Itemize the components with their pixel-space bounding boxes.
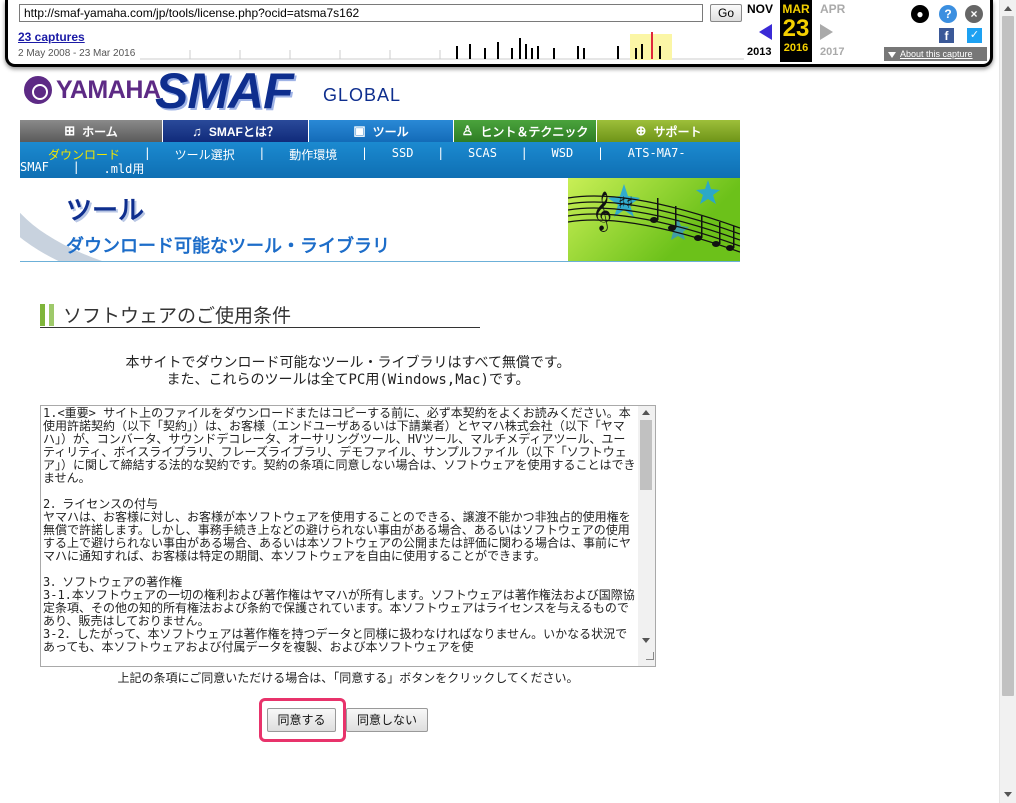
yamaha-logo[interactable]: YAMAHA — [24, 74, 161, 106]
close-icon[interactable]: × — [965, 5, 983, 23]
tab-support-label: サポート — [653, 124, 702, 139]
banner-subtitle: ダウンロード可能なツール・ライブラリ — [66, 236, 390, 256]
agree-button[interactable]: 同意する — [267, 708, 336, 732]
tab-about-smaf[interactable]: ♫ SMAFとは？ — [163, 120, 309, 142]
wayback-captures-link[interactable]: 23 captures — [18, 30, 85, 44]
subnav-separator: | — [415, 146, 467, 160]
about-capture-label: About this capture — [900, 49, 973, 59]
about-capture-link[interactable]: About this capture — [884, 47, 987, 61]
smaf-logo[interactable]: SMAF — [155, 62, 294, 120]
scroll-up-icon[interactable] — [1004, 6, 1012, 11]
main-nav: ⊞ ホーム ♫ SMAFとは？ ▣ ツール ♙ ヒント＆テクニック ⊕ サポート — [20, 120, 740, 142]
heading-bar-icon — [49, 303, 54, 326]
banner-title: ツール — [66, 195, 145, 225]
subnav-separator: | — [339, 146, 390, 160]
subnav-item-ats[interactable]: ATS-MA7- — [628, 146, 686, 163]
home-icon: ⊞ — [64, 123, 76, 138]
facebook-icon[interactable]: f — [939, 28, 954, 43]
wayback-toolbar: Go 23 captures 2 May 2008 - 23 Mar 2016 … — [5, 0, 993, 67]
agree-instruction: 上記の条項にご同意いただける場合は、「同意する」ボタンをクリックしてください。 — [117, 671, 579, 685]
music-note-icon: ♫ — [192, 123, 202, 139]
wayback-current-day: 23 — [782, 15, 810, 42]
terms-scrollbar-thumb[interactable] — [640, 420, 652, 490]
wayback-capture-sparkline[interactable] — [140, 30, 744, 60]
subnav-separator: | — [50, 160, 102, 174]
tab-home-label: ホーム — [82, 124, 118, 139]
scroll-down-icon[interactable] — [642, 638, 650, 643]
resize-grip-icon[interactable] — [646, 652, 654, 660]
person-icon: ♙ — [461, 123, 474, 138]
intro-line-1: 本サイトでダウンロード可能なツール・ライブラリはすべて無償です。 — [125, 355, 571, 371]
tab-hints[interactable]: ♙ ヒント＆テクニック — [454, 120, 597, 142]
floppy-disk-icon: ▣ — [353, 123, 366, 138]
wayback-prev-month[interactable]: NOV — [747, 2, 773, 16]
intro-text: 本サイトでダウンロード可能なツール・ライブラリはすべて無償です。 また、これらの… — [40, 355, 656, 389]
subnav-item-ssd[interactable]: SSD — [392, 146, 414, 163]
chevron-down-icon — [888, 51, 896, 58]
yamaha-emblem-icon — [24, 76, 52, 104]
svg-text:𝄞: 𝄞 — [592, 191, 612, 232]
wayback-go-button[interactable]: Go — [710, 4, 742, 22]
page-banner: 𝄞 ♯♯ ツール ダウンロード可能なツール・ライブラリ — [20, 178, 740, 262]
tab-about-label: SMAFとは？ — [208, 124, 279, 139]
tab-support[interactable]: ⊕ サポート — [597, 120, 740, 142]
subnav-item-wsd[interactable]: WSD — [552, 146, 574, 163]
user-icon[interactable]: ● — [911, 5, 929, 23]
wayback-current-date: MAR 23 2016 — [780, 0, 812, 62]
help-icon[interactable]: ? — [939, 5, 957, 23]
svg-text:♯♯: ♯♯ — [618, 193, 633, 212]
section-title: ソフトウェアのご使用条件 — [63, 306, 292, 327]
intro-line-2: また、これらのツールは全てPC用(Windows,Mac)です。 — [166, 372, 530, 388]
twitter-icon[interactable]: ✓ — [967, 28, 982, 43]
subnav-item-tool-select[interactable]: ツール選択 — [175, 146, 235, 163]
tab-tools-label: ツール — [372, 124, 409, 139]
disagree-button[interactable]: 同意しない — [346, 708, 428, 732]
terms-scrollbar[interactable] — [638, 406, 655, 666]
plus-circle-icon: ⊕ — [635, 123, 647, 138]
music-notes-icon: 𝄞 ♯♯ — [568, 180, 740, 253]
wayback-next-arrow-icon — [820, 24, 833, 40]
tab-home[interactable]: ⊞ ホーム — [20, 120, 163, 142]
tab-tools[interactable]: ▣ ツール — [309, 120, 454, 142]
scroll-down-icon[interactable] — [1004, 792, 1012, 797]
wayback-date-range: 2 May 2008 - 23 Mar 2016 — [18, 48, 136, 59]
scroll-up-icon[interactable] — [642, 410, 650, 415]
license-terms-textarea[interactable]: 1.<重要> サイト上のファイルをダウンロードまたはコピーする前に、必ず本契約を… — [40, 405, 656, 667]
subnav-item-ats-cont[interactable]: SMAF — [20, 160, 49, 177]
subnav-separator: | — [575, 146, 626, 160]
section-heading: ソフトウェアのご使用条件 — [40, 302, 480, 328]
subnav-item-mld[interactable]: .mld用 — [103, 160, 144, 177]
page-scrollbar[interactable] — [999, 0, 1016, 803]
heading-bar-icon — [40, 303, 45, 326]
wayback-next-year: 2017 — [820, 46, 845, 58]
subnav-separator: | — [236, 146, 288, 160]
subnav-item-scas[interactable]: SCAS — [468, 146, 497, 163]
tab-hints-label: ヒント＆テクニック — [480, 124, 589, 139]
wayback-prev-arrow-icon[interactable] — [759, 24, 772, 40]
global-wordmark: GLOBAL — [323, 85, 402, 105]
wayback-current-month: MAR — [782, 2, 810, 16]
wayback-prev-year[interactable]: 2013 — [747, 46, 771, 58]
wayback-url-input[interactable] — [19, 4, 703, 22]
subnav-item-environment[interactable]: 動作環境 — [289, 146, 337, 163]
scrollbar-thumb[interactable] — [1002, 16, 1014, 696]
yamaha-wordmark: YAMAHA — [56, 75, 161, 104]
sub-nav: ダウンロード | ツール選択 | 動作環境 | SSD | SCAS | WSD… — [20, 142, 740, 178]
subnav-separator: | — [498, 146, 550, 160]
wayback-current-year: 2016 — [783, 42, 809, 54]
wayback-next-month: APR — [820, 2, 846, 16]
